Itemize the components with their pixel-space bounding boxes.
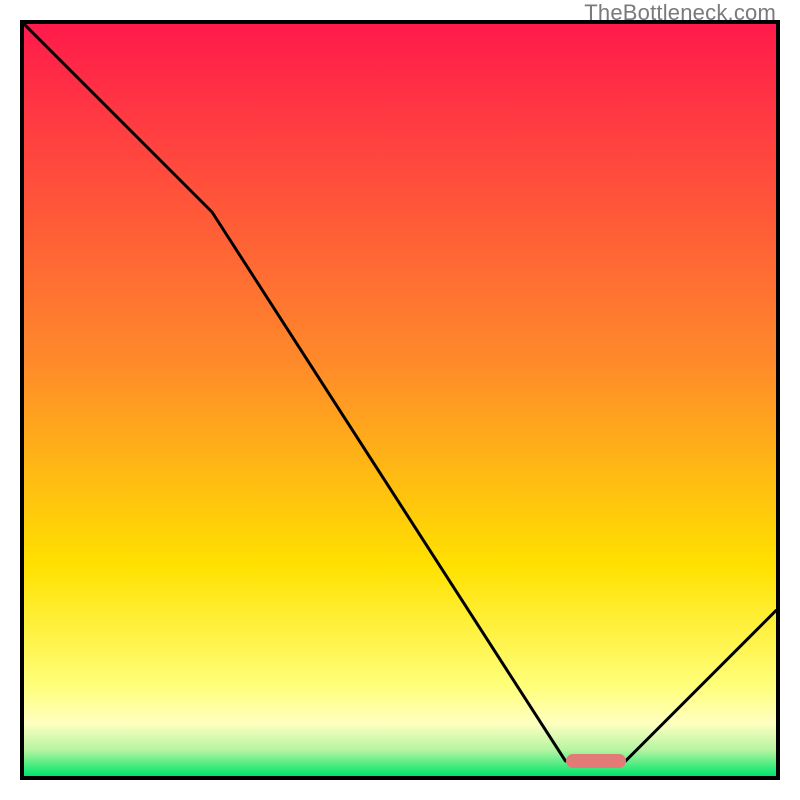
- optimal-marker: [566, 754, 626, 768]
- chart-background-gradient: [24, 24, 776, 776]
- chart-frame: [20, 20, 780, 780]
